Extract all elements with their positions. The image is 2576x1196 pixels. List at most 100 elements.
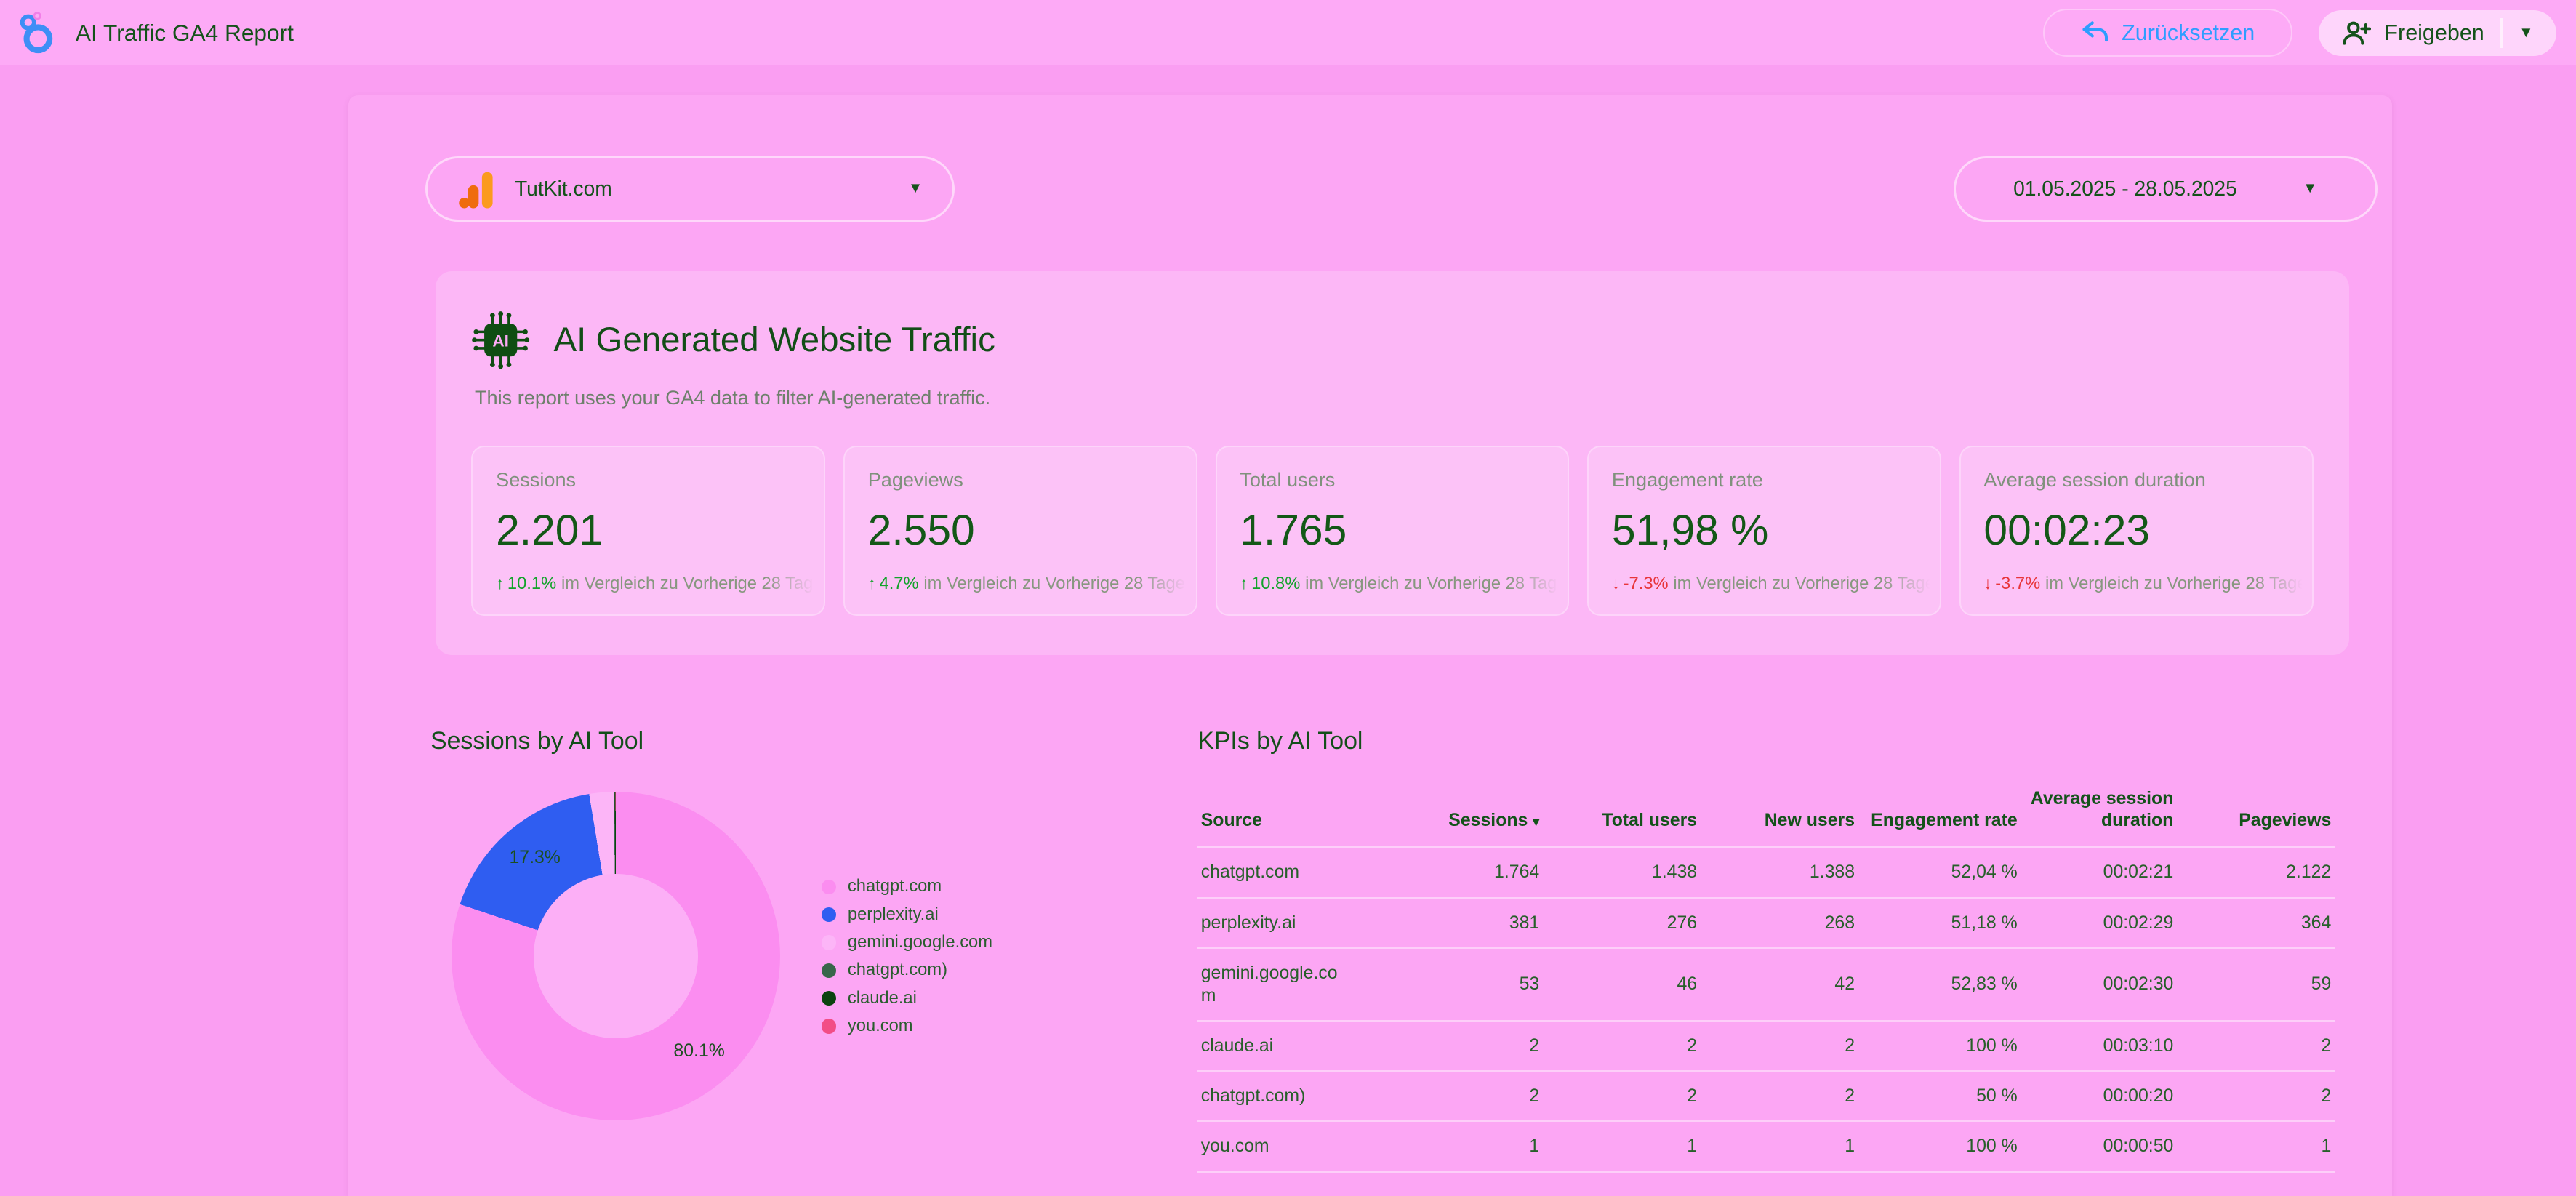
table-row-you[interactable]: you.com 11 1100 % 00:00:501: [1197, 1121, 2335, 1171]
scorecard-label: Engagement rate: [1612, 468, 1940, 491]
scorecard-engagement-rate: Engagement rate 51,98 % ↓-7.3%im Verglei…: [1587, 446, 1941, 616]
column-header-source[interactable]: Source: [1197, 782, 1398, 847]
legend-item-chatgpt-paren[interactable]: chatgpt.com): [822, 960, 992, 980]
table-row-perplexity[interactable]: perplexity.ai 381276 26851,18 % 00:02:29…: [1197, 898, 2335, 948]
donut-hole: [534, 874, 698, 1038]
pagination-next-icon[interactable]: ›: [2322, 1192, 2331, 1196]
chart-legend: chatgpt.com perplexity.ai gemini.google.…: [822, 877, 992, 1035]
column-header-new-users[interactable]: New users: [1701, 782, 1858, 847]
scorecard-value: 51,98 %: [1612, 506, 1940, 555]
hero-section: AI AI Generated Website Traffic This rep…: [436, 271, 2349, 655]
undo-icon: [2081, 20, 2108, 45]
legend-dot: [822, 907, 836, 922]
scorecard-delta: ↑4.7%im Vergleich zu Vorherige 28 Tage: [868, 574, 1196, 594]
scorecard-delta: ↑10.8% im Vergleich zu Vorherige 28 Tage: [1240, 574, 1568, 594]
page-subtitle: This report uses your GA4 data to filter…: [475, 386, 2314, 409]
looker-studio-logo-icon: [17, 12, 56, 55]
scorecard-avg-session-duration: Average session duration 00:02:23 ↓-3.7%…: [1959, 446, 2314, 616]
share-dropdown-caret[interactable]: ▼: [2503, 25, 2550, 41]
app-header: AI Traffic GA4 Report Zurücksetzen Freig…: [0, 0, 2576, 65]
scorecard-label: Average session duration: [1983, 468, 2311, 491]
table-header-row: Source Sessions▾ Total users New users E…: [1197, 782, 2335, 847]
lower-sections: Sessions by AI Tool 17.3% 80.1% chatgpt.…: [411, 727, 2287, 1196]
legend-item-you[interactable]: you.com: [822, 1016, 992, 1036]
google-analytics-icon: [457, 167, 497, 210]
sessions-by-tool-chart: Sessions by AI Tool 17.3% 80.1% chatgpt.…: [411, 727, 1150, 1196]
scorecard-delta: ↓-7.3%im Vergleich zu Vorherige 28 Tage: [1612, 574, 1940, 594]
scorecard-pageviews: Pageviews 2.550 ↑4.7%im Vergleich zu Vor…: [843, 446, 1197, 616]
chart-title: Sessions by AI Tool: [430, 727, 1150, 755]
slice-label-perplexity: 17.3%: [509, 848, 560, 868]
data-source-label: TutKit.com: [515, 177, 612, 201]
legend-dot: [822, 963, 836, 978]
hero-heading-row: AI AI Generated Website Traffic: [471, 310, 2313, 369]
data-source-caret-icon: ▼: [908, 180, 923, 197]
legend-label: perplexity.ai: [848, 905, 939, 925]
report-page: TutKit.com ▼ 01.05.2025 - 28.05.2025 ▼: [348, 95, 2392, 1196]
legend-label: chatgpt.com): [848, 960, 947, 980]
share-button-label: Freigeben: [2384, 20, 2484, 46]
kpi-table: Source Sessions▾ Total users New users E…: [1197, 782, 2335, 1172]
scorecard-value: 2.550: [868, 506, 1196, 555]
arrow-up-icon: ↑: [1240, 574, 1248, 593]
pagination-prev-icon[interactable]: ‹: [2287, 1192, 2296, 1196]
svg-text:AI: AI: [493, 332, 510, 350]
column-header-pageviews[interactable]: Pageviews: [2177, 782, 2335, 847]
legend-dot: [822, 935, 836, 950]
scorecard-value: 1.765: [1240, 506, 1568, 555]
column-header-total-users[interactable]: Total users: [1543, 782, 1701, 847]
section-gap: [1150, 727, 1198, 1196]
column-header-engagement-rate[interactable]: Engagement rate: [1858, 782, 2021, 847]
legend-label: you.com: [848, 1016, 913, 1036]
date-range-selector[interactable]: 01.05.2025 - 28.05.2025 ▼: [1954, 156, 2378, 222]
scorecard-row: Sessions 2.201 ↑10.1%im Vergleich zu Vor…: [471, 446, 2313, 616]
delta-percent: -7.3%: [1624, 574, 1669, 593]
person-add-icon: [2342, 20, 2372, 46]
scorecard-delta: ↓-3.7%im Vergleich zu Vorherige 28 Tage: [1983, 574, 2311, 594]
table-pagination: 1 - 6 / 6 ‹ ›: [1197, 1192, 2335, 1196]
legend-label: gemini.google.com: [848, 933, 992, 952]
date-range-caret-icon: ▼: [2303, 180, 2317, 197]
legend-label: chatgpt.com: [848, 877, 942, 896]
share-button[interactable]: Freigeben ▼: [2319, 10, 2556, 56]
legend-item-gemini[interactable]: gemini.google.com: [822, 933, 992, 952]
delta-compare-text: im Vergleich zu Vorherige 28 Tage: [1673, 574, 1935, 593]
slice-label-chatgpt: 80.1%: [673, 1041, 724, 1061]
report-canvas: TutKit.com ▼ 01.05.2025 - 28.05.2025 ▼: [0, 65, 2576, 1196]
table-row-chatgpt-paren[interactable]: chatgpt.com) 22 250 % 00:00:202: [1197, 1071, 2335, 1121]
column-header-avg-session-duration[interactable]: Average session duration: [2021, 782, 2177, 847]
report-controls-row: TutKit.com ▼ 01.05.2025 - 28.05.2025 ▼: [348, 95, 2392, 222]
legend-label: claude.ai: [848, 989, 917, 1008]
report-title: AI Traffic GA4 Report: [76, 20, 294, 47]
table-row-chatgpt[interactable]: chatgpt.com 1.7641.438 1.38852,04 % 00:0…: [1197, 847, 2335, 897]
sort-caret-icon: ▾: [1533, 814, 1539, 829]
legend-dot: [822, 880, 836, 894]
legend-item-perplexity[interactable]: perplexity.ai: [822, 905, 992, 925]
scorecard-total-users: Total users 1.765 ↑10.8% im Vergleich zu …: [1216, 446, 1570, 616]
table-row-claude[interactable]: claude.ai 22 2100 % 00:03:102: [1197, 1021, 2335, 1071]
legend-dot: [822, 1019, 836, 1033]
legend-item-chatgpt[interactable]: chatgpt.com: [822, 877, 992, 896]
arrow-down-icon: ↓: [1983, 574, 1991, 593]
arrow-up-icon: ↑: [496, 574, 504, 593]
reset-button[interactable]: Zurücksetzen: [2043, 9, 2292, 57]
scorecard-delta: ↑10.1% im Vergleich zu Vorherige 28 Tage: [496, 574, 824, 594]
data-source-selector[interactable]: TutKit.com ▼: [425, 156, 955, 222]
scorecard-value: 00:02:23: [1983, 506, 2311, 555]
column-header-sessions[interactable]: Sessions▾: [1398, 782, 1543, 847]
delta-percent: 10.8%: [1251, 574, 1300, 593]
scorecard-label: Total users: [1240, 468, 1568, 491]
delta-compare-text: im Vergleich zu Vorherige 28 Tage: [561, 574, 823, 593]
delta-percent: 10.1%: [507, 574, 556, 593]
delta-percent: 4.7%: [880, 574, 919, 593]
table-row-gemini[interactable]: gemini.google.com 5346 4252,83 % 00:02:3…: [1197, 948, 2335, 1021]
table-title: KPIs by AI Tool: [1197, 727, 2335, 755]
ai-chip-icon: AI: [471, 310, 530, 369]
scorecard-value: 2.201: [496, 506, 824, 555]
scorecard-label: Pageviews: [868, 468, 1196, 491]
legend-item-claude[interactable]: claude.ai: [822, 989, 992, 1008]
arrow-down-icon: ↓: [1612, 574, 1620, 593]
scorecard-label: Sessions: [496, 468, 824, 491]
delta-compare-text: im Vergleich zu Vorherige 28 Tage: [2045, 574, 2307, 593]
delta-compare-text: im Vergleich zu Vorherige 28 Tage: [1305, 574, 1567, 593]
